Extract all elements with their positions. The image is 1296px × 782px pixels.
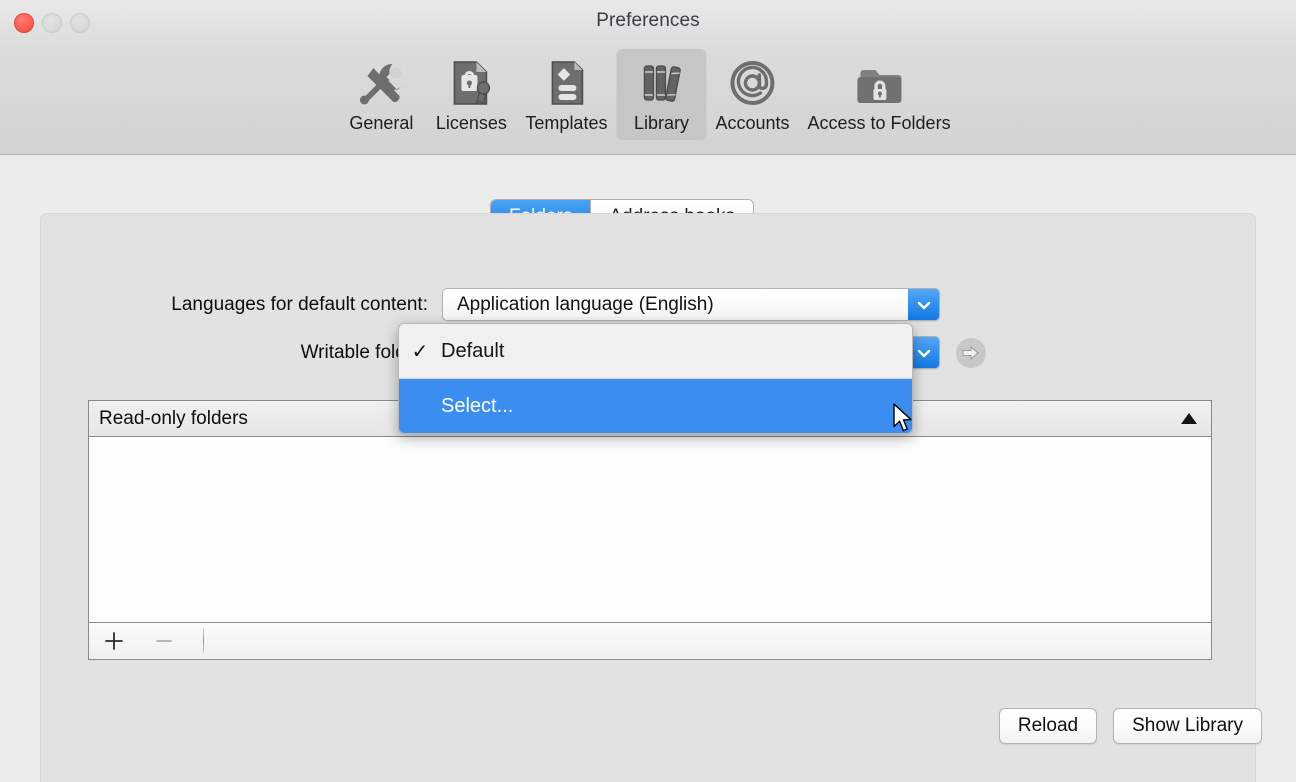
toolbar-label: Templates [525,113,608,133]
menu-item-label: Select... [441,394,514,417]
at-sign-icon [724,55,780,111]
reload-button[interactable]: Reload [998,708,1098,744]
toolbar-item-templates[interactable]: Templates [516,49,616,140]
bottom-button-bar: Reload Show Library [998,708,1262,744]
title-bar: Preferences [0,0,1296,47]
writable-folder-label: Writable folder: [300,341,428,363]
language-label: Languages for default content: [171,293,428,315]
read-only-folders-table[interactable]: Read-only folders [88,400,1212,660]
toolbar-item-list: General Licenses Templates Library Accou… [336,49,959,140]
toolbar-label: Accounts [715,113,790,133]
document-icon [538,55,594,111]
reveal-in-finder-button[interactable] [956,337,986,368]
toolbar-label: Licenses [435,113,507,133]
table-footer-toolbar [89,622,1211,659]
add-folder-button[interactable] [89,623,139,659]
checkmark-icon: ✓ [411,340,429,363]
preferences-toolbar: General Licenses Templates Library Accou… [0,47,1296,155]
language-popup-button[interactable]: Application language (English) [442,288,940,321]
toolbar-item-library[interactable]: Library [616,49,707,140]
menu-item-select[interactable]: Select... [399,379,912,433]
toolbar-label: Library [633,113,689,133]
preferences-window: Preferences General Licenses Templates L… [0,0,1296,782]
menu-item-default[interactable]: ✓ Default [399,324,912,378]
toolbar-label: General [349,113,414,133]
toolbar-separator [203,628,204,654]
chevron-down-icon[interactable] [908,289,939,320]
minus-icon [156,640,172,642]
toolbar-item-access-to-folders[interactable]: Access to Folders [799,49,960,140]
show-library-button[interactable]: Show Library [1113,708,1262,744]
toolbar-item-accounts[interactable]: Accounts [706,49,798,140]
column-header-read-only-folders[interactable]: Read-only folders [99,408,248,430]
menu-item-label: Default [441,339,505,362]
preferences-content: Folders Address books Languages for defa… [0,155,1296,782]
sort-ascending-icon[interactable] [1181,413,1197,424]
table-body[interactable] [89,437,1211,622]
arrow-right-icon [962,345,979,360]
plus-icon [105,632,123,650]
settings-panel: Languages for default content: Applicati… [40,213,1256,782]
remove-folder-button[interactable] [139,623,189,659]
books-icon [633,55,689,111]
language-row: Languages for default content: Applicati… [88,288,940,321]
language-popup-value: Application language (English) [457,293,714,315]
toolbar-label: Access to Folders [807,113,951,133]
certificate-icon [443,55,499,111]
toolbar-item-general[interactable]: General [336,49,426,140]
locked-folder-icon [851,55,907,111]
toolbar-item-licenses[interactable]: Licenses [426,49,516,140]
writable-folder-dropdown-menu[interactable]: ✓ Default Select... [398,323,913,434]
window-title: Preferences [596,10,700,31]
tools-icon [353,55,409,111]
